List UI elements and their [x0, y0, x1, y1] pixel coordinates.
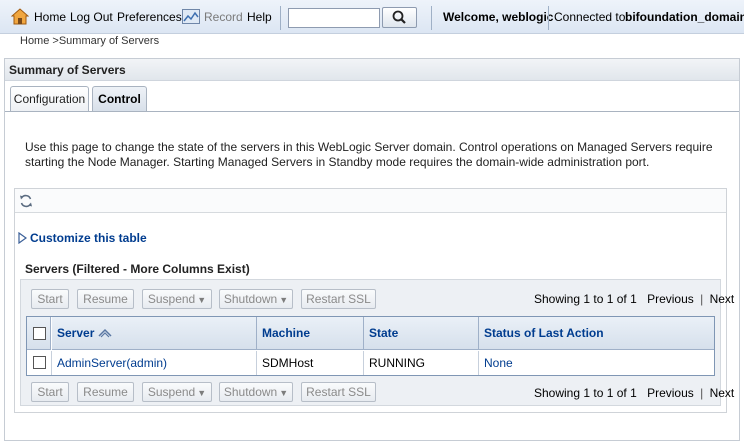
state-cell: RUNNING	[364, 351, 479, 375]
refresh-icon[interactable]	[19, 194, 33, 208]
column-header-status[interactable]: Status of Last Action	[479, 317, 714, 350]
column-header-machine[interactable]: Machine	[257, 317, 364, 350]
page-title: Summary of Servers	[9, 63, 126, 77]
search-icon	[392, 10, 406, 24]
restart-ssl-button[interactable]: Restart SSL	[301, 382, 376, 402]
column-header-label: Server	[57, 326, 95, 340]
chevron-down-icon: ▼	[197, 388, 207, 398]
tab-divider	[5, 111, 739, 112]
preferences-link[interactable]: Preferences	[117, 10, 182, 24]
row-checkbox[interactable]	[33, 356, 46, 369]
suspend-button[interactable]: Suspend ▼	[142, 289, 212, 309]
domain-name: bifoundation_domain	[625, 10, 744, 24]
pager-previous[interactable]: Previous	[647, 386, 694, 400]
shutdown-label: Shutdown	[223, 292, 278, 306]
server-name-link[interactable]: AdminServer(admin)	[52, 351, 257, 375]
select-all-header	[27, 317, 51, 350]
suspend-button[interactable]: Suspend ▼	[142, 382, 212, 402]
pager-separator: |	[700, 292, 704, 306]
toolbar-divider	[548, 6, 549, 30]
resume-button[interactable]: Resume	[77, 289, 134, 309]
welcome-text: Welcome, weblogic	[443, 10, 554, 24]
toolbar-divider	[280, 6, 281, 30]
select-all-checkbox[interactable]	[33, 327, 46, 340]
suspend-label: Suspend	[147, 292, 196, 306]
page-description: Use this page to change the state of the…	[25, 140, 713, 169]
home-icon[interactable]	[11, 8, 29, 25]
shutdown-button[interactable]: Shutdown ▼	[219, 382, 293, 402]
customize-table-link[interactable]: Customize this table	[30, 231, 147, 245]
start-button[interactable]: Start	[31, 289, 69, 309]
pager-next[interactable]: Next	[710, 386, 735, 400]
pager-next[interactable]: Next	[710, 292, 735, 306]
record-icon	[182, 9, 200, 24]
connected-label: Connected to:	[554, 10, 629, 24]
resume-button[interactable]: Resume	[77, 382, 134, 402]
chevron-down-icon: ▼	[279, 295, 289, 305]
shutdown-button[interactable]: Shutdown ▼	[219, 289, 293, 309]
column-header-server[interactable]: Server	[52, 317, 257, 350]
chevron-down-icon: ▼	[197, 295, 207, 305]
expand-arrow-icon[interactable]	[18, 232, 27, 244]
refresh-bar	[15, 189, 726, 213]
pager-top: Showing 1 to 1 of 1 Previous | Next	[534, 292, 734, 306]
logout-link[interactable]: Log Out	[70, 10, 113, 24]
column-header-state[interactable]: State	[364, 317, 479, 350]
sort-ascending-icon[interactable]	[98, 328, 112, 338]
home-link[interactable]: Home	[34, 10, 66, 24]
search-input[interactable]	[288, 8, 380, 28]
breadcrumb[interactable]: Home >Summary of Servers	[20, 35, 159, 47]
pager-showing: Showing 1 to 1 of 1	[534, 292, 637, 306]
suspend-label: Suspend	[147, 385, 196, 399]
pager-previous[interactable]: Previous	[647, 292, 694, 306]
row-select-cell	[27, 351, 52, 375]
chevron-down-icon: ▼	[279, 388, 289, 398]
tab-control[interactable]: Control	[92, 86, 147, 112]
machine-cell: SDMHost	[257, 351, 364, 375]
restart-ssl-button[interactable]: Restart SSL	[301, 289, 376, 309]
search-button[interactable]	[382, 7, 417, 28]
table-title: Servers (Filtered - More Columns Exist)	[25, 262, 250, 276]
pager-bottom: Showing 1 to 1 of 1 Previous | Next	[534, 386, 734, 400]
last-action-status-link[interactable]: None	[479, 351, 714, 375]
shutdown-label: Shutdown	[223, 385, 278, 399]
toolbar-divider	[431, 6, 432, 30]
pager-separator: |	[700, 386, 704, 400]
tab-configuration[interactable]: Configuration	[10, 86, 89, 112]
help-link[interactable]: Help	[247, 10, 272, 24]
start-button[interactable]: Start	[31, 382, 69, 402]
record-link: Record	[204, 10, 243, 24]
pager-showing: Showing 1 to 1 of 1	[534, 386, 637, 400]
